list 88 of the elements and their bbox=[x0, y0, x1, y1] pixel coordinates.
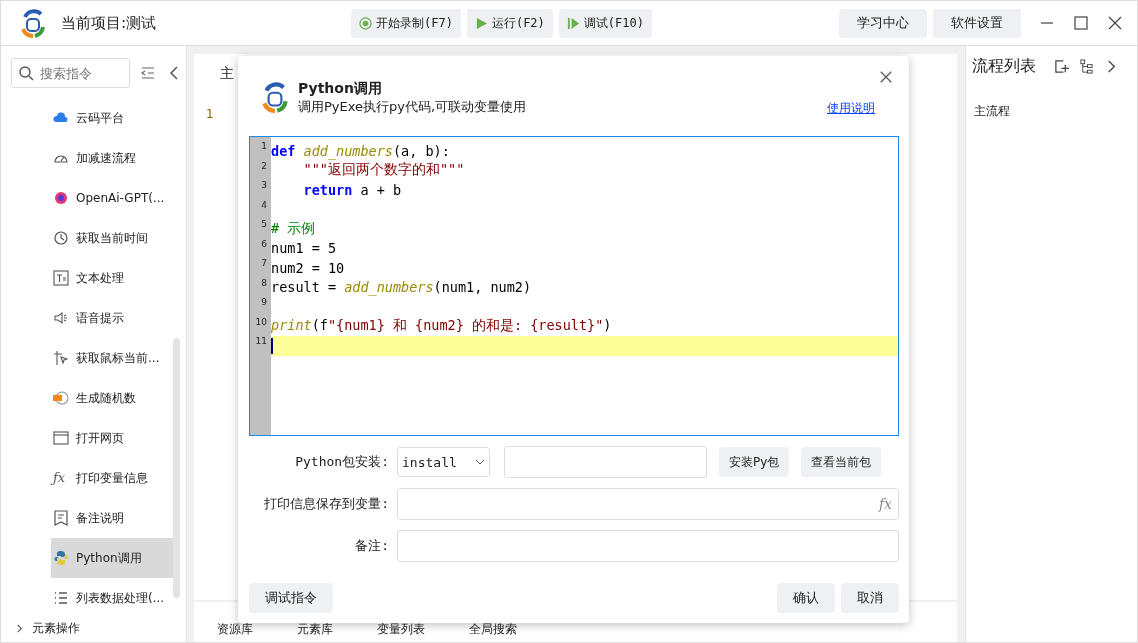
play-icon bbox=[474, 16, 488, 30]
code-line: print(f"{num1} 和 {num2} 的和是: {result}") bbox=[271, 317, 612, 336]
text-icon bbox=[53, 270, 69, 286]
package-field[interactable] bbox=[504, 446, 707, 478]
cancel-button[interactable]: 取消 bbox=[841, 583, 899, 613]
line-number: 11 bbox=[254, 336, 268, 346]
command-item[interactable]: 备注说明 bbox=[51, 498, 173, 538]
view-packages-button[interactable]: 查看当前包 bbox=[801, 447, 882, 477]
chevron-icon bbox=[15, 624, 24, 633]
close-icon[interactable] bbox=[1107, 15, 1123, 31]
browser-icon bbox=[53, 430, 69, 446]
command-item[interactable]: Python调用 bbox=[51, 538, 173, 578]
code-line: num2 = 10 bbox=[271, 259, 345, 276]
code-line: num1 = 5 bbox=[271, 240, 337, 257]
header-button[interactable]: 学习中心 bbox=[839, 8, 927, 38]
line-number: 4 bbox=[260, 199, 268, 210]
command-item[interactable]: 语音提示 bbox=[51, 298, 173, 338]
close-icon[interactable] bbox=[879, 70, 893, 84]
code-line: """返回两个数字的和""" bbox=[302, 161, 465, 180]
command-item[interactable]: 打开网页 bbox=[51, 418, 173, 458]
dice-number-icon bbox=[53, 390, 69, 406]
install-button[interactable]: 安装Py包 bbox=[719, 447, 790, 477]
header-button[interactable]: 软件设置 bbox=[933, 8, 1021, 38]
line-number: 7 bbox=[260, 258, 268, 268]
command-item[interactable]: 加减速流程 bbox=[51, 138, 173, 178]
line-number: 1 bbox=[260, 141, 268, 151]
field-label: 打印信息保存到变量: bbox=[263, 495, 389, 513]
line-number: 10 bbox=[254, 316, 268, 327]
dialog-subtitle: 调用PyExe执行py代码,可联动变量使用 bbox=[298, 98, 527, 116]
variable-field[interactable]: fx bbox=[397, 488, 899, 520]
bottom-tab[interactable]: 元素库 bbox=[297, 621, 333, 638]
bottom-tab[interactable]: 变量列表 bbox=[377, 621, 425, 638]
panel-title: 流程列表 bbox=[972, 56, 1036, 77]
toolbar-button[interactable]: 运行(F2) bbox=[466, 8, 553, 38]
command-item[interactable]: 云码平台 bbox=[51, 98, 173, 138]
record-icon bbox=[359, 16, 372, 30]
code-line: def add_numbers(a, b): bbox=[271, 142, 450, 159]
code-line: result = add_numbers(num1, num2) bbox=[271, 279, 532, 296]
clock-icon bbox=[53, 230, 69, 246]
category-header[interactable]: 元素操作 bbox=[1, 620, 186, 637]
tree-icon[interactable] bbox=[1079, 59, 1094, 74]
field-label: 备注: bbox=[354, 537, 389, 555]
command-item[interactable]: 获取当前时间 bbox=[51, 218, 173, 258]
command-item[interactable]: 文本处理 bbox=[51, 258, 173, 298]
step-play-icon bbox=[566, 16, 580, 30]
command-item[interactable]: 获取鼠标当前... bbox=[51, 338, 173, 378]
line-number: 3 bbox=[260, 180, 268, 190]
line-number: 2 bbox=[260, 160, 268, 171]
note-icon bbox=[53, 510, 69, 526]
code-line: return a + b bbox=[302, 181, 402, 198]
editor-tab[interactable]: 主 bbox=[220, 65, 234, 83]
confirm-button[interactable]: 确认 bbox=[777, 583, 835, 613]
window-title: 当前项目:测试 bbox=[61, 13, 158, 33]
speaker-icon bbox=[53, 310, 69, 326]
swirl-icon bbox=[53, 190, 69, 206]
maximize-icon[interactable] bbox=[1073, 15, 1089, 31]
remark-field[interactable] bbox=[397, 530, 899, 562]
line-number: 8 bbox=[260, 277, 268, 288]
command-item[interactable]: OpenAi-GPT(... bbox=[51, 178, 173, 218]
line-number: 5 bbox=[260, 219, 268, 229]
add-icon[interactable] bbox=[1054, 59, 1069, 74]
command-item[interactable]: 列表数据处理(... bbox=[51, 578, 173, 618]
caret-icon bbox=[475, 457, 485, 467]
search-icon bbox=[18, 65, 34, 81]
help-link[interactable]: 使用说明 bbox=[827, 100, 875, 117]
code-line: # 示例 bbox=[271, 219, 316, 238]
cursor-icon bbox=[53, 350, 69, 366]
command-item[interactable]: ƒx 打印变量信息 bbox=[51, 458, 173, 498]
collapse-list-icon[interactable] bbox=[140, 65, 156, 81]
debug-button[interactable]: 调试指令 bbox=[249, 583, 333, 613]
field-label: Python包安装: bbox=[294, 453, 389, 471]
line-number: 1 bbox=[206, 107, 214, 121]
python-icon bbox=[53, 550, 69, 566]
mode-dropdown[interactable]: install bbox=[397, 447, 490, 477]
search-box[interactable]: 搜索指令 bbox=[11, 58, 130, 88]
bottom-tab[interactable]: 资源库 bbox=[217, 621, 253, 638]
dialog-title: Python调用 bbox=[298, 80, 383, 98]
flow-item[interactable]: 主流程 bbox=[972, 103, 1137, 120]
toolbar-button[interactable]: 调试(F10) bbox=[558, 8, 652, 38]
code-editor[interactable]: 1 def add_numbers(a, b): 2 """返回两个数字的和""" 3 return a + b 4 5 # 示例 6 num1 = 5 7 num2 = 10 8 result = add_numbers(num1, num2) 9 10 print(f"{num1} 和 {num2} 的和是: {result}") 11 bbox=[249, 136, 899, 436]
bottom-tab[interactable]: 全局搜索 bbox=[469, 621, 517, 638]
list-icon bbox=[53, 590, 69, 606]
toolbar-button[interactable]: 开始录制(F7) bbox=[351, 8, 461, 38]
line-number: 6 bbox=[260, 238, 268, 249]
command-item[interactable]: 生成随机数 bbox=[51, 378, 173, 418]
line-number: 9 bbox=[260, 297, 268, 307]
function-icon[interactable]: fx bbox=[878, 496, 892, 512]
scrollbar[interactable] bbox=[173, 338, 180, 598]
